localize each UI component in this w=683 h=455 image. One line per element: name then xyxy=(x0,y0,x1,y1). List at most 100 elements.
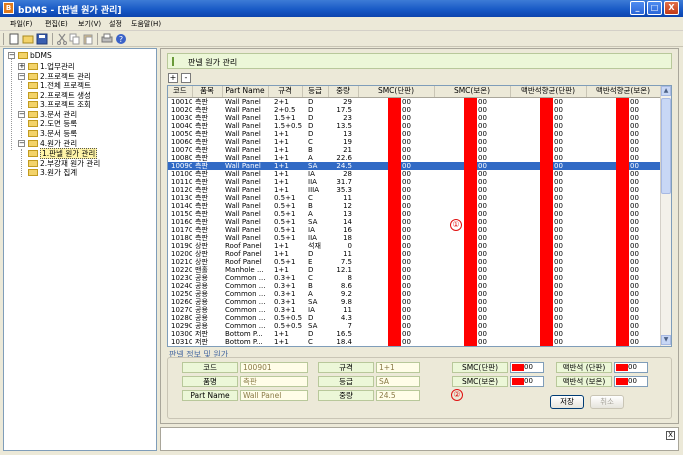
expand-expander[interactable]: + xyxy=(18,63,25,70)
table-row[interactable]: 102501공용 Common ... 0.3+1 A 9.2 00 00 00 00 xyxy=(168,289,660,298)
table-row[interactable]: 101201측판 Wall Panel 1+1 IIIA 35.3 00 00 00 00 xyxy=(168,185,660,194)
tree-item-2-2[interactable]: 2.프로젝트 생성 xyxy=(28,91,91,100)
table-row[interactable]: 102001상판 Roof Panel 1+1 D 11 00 00 00 00 xyxy=(168,249,660,258)
table-row[interactable]: 100201측판 Wall Panel 2+0.5 D 17.5 00 00 00 00 xyxy=(168,105,660,114)
table-row[interactable]: 100401측판 Wall Panel 1.5+0.5 D 13.5 00 00 00 00 xyxy=(168,121,660,130)
collapse-expander[interactable]: − xyxy=(8,52,15,59)
col-header-code[interactable]: 코드 xyxy=(168,86,193,98)
table-row[interactable]: 101301측판 Wall Panel 0.5+1 C 11 00 00 00 00 xyxy=(168,193,660,202)
smc-single-field[interactable]: 00 xyxy=(510,362,544,373)
table-row[interactable]: 100101측판 Wall Panel 2+1 D 29 00 00 00 00 xyxy=(168,97,660,106)
table-row[interactable]: 101801측판 Wall Panel 0.5+1 IIA 18 00 00 00 00 xyxy=(168,233,660,242)
tree-item-1[interactable]: + 1.업무관리 xyxy=(18,62,75,71)
close-button[interactable]: X xyxy=(664,1,679,15)
col-header-grade[interactable]: 등급 xyxy=(302,86,329,98)
col-header-spec[interactable]: 규격 xyxy=(268,86,303,98)
table-cell: 101101 xyxy=(171,177,192,186)
tree-item-2-3[interactable]: 3.프로젝트 조회 xyxy=(28,100,91,109)
table-row[interactable]: 101701측판 Wall Panel 0.5+1 IA 16 00 00 00 00 xyxy=(168,225,660,234)
table-row[interactable]: 102601공용 Common ... 0.3+1 SA 9.8 00 00 00 00 xyxy=(168,297,660,306)
weight-field[interactable]: 24.5 xyxy=(376,390,420,401)
collapse-expander[interactable]: − xyxy=(18,73,25,80)
item-field[interactable]: 측판 xyxy=(240,376,308,387)
table-row[interactable]: 100801측판 Wall Panel 1+1 A 22.6 00 00 00 00 xyxy=(168,153,660,162)
table-row[interactable]: 100301측판 Wall Panel 1.5+1 D 23 00 00 00 00 xyxy=(168,113,660,122)
tree-item-4[interactable]: − 4.원가 관리 xyxy=(18,139,77,148)
table-row[interactable]: 103001저판 Bottom P... 1+1 D 16.5 00 00 00 00 xyxy=(168,329,660,338)
table-row[interactable]: 101601측판 Wall Panel 0.5+1 SA 14 00 00 00 00 xyxy=(168,217,660,226)
tree-item-3[interactable]: − 3.문서 관리 xyxy=(18,110,77,119)
menu-edit[interactable]: 편집(E) xyxy=(45,19,68,29)
col-header-smc-insulated[interactable]: SMC(보온) xyxy=(434,86,511,98)
table-row[interactable]: 100501측판 Wall Panel 1+1 D 13 00 00 00 00 xyxy=(168,129,660,138)
save-button[interactable]: 저장 xyxy=(550,395,584,409)
table-row[interactable]: 102801공용 Common ... 0.5+0.5 D 4.3 00 00 00 00 xyxy=(168,313,660,322)
open-icon[interactable] xyxy=(22,33,34,45)
table-row[interactable]: 102101상판 Roof Panel 0.5+1 E 7.5 00 00 00 00 xyxy=(168,257,660,266)
collapse-expander[interactable]: − xyxy=(18,140,25,147)
table-row[interactable]: 102701공용 Common ... 0.3+1 IA 11 00 00 00 00 xyxy=(168,305,660,314)
menu-file[interactable]: 파일(F) xyxy=(10,19,32,29)
paste-icon[interactable] xyxy=(82,33,94,45)
menu-help[interactable]: 도움말(H) xyxy=(131,19,161,29)
maximize-button[interactable]: □ xyxy=(647,1,662,15)
tree-item-2-1[interactable]: 1.전체 프로젝트 xyxy=(28,81,91,90)
scroll-down-arrow[interactable]: ▼ xyxy=(661,335,671,345)
scroll-thumb[interactable] xyxy=(661,98,671,194)
part-name-field[interactable]: Wall Panel xyxy=(240,390,308,401)
table-row[interactable]: 101001측판 Wall Panel 1+1 IA 28 00 00 00 00 xyxy=(168,169,660,178)
collapse-expander[interactable]: − xyxy=(18,111,25,118)
col-header-mb-insulated[interactable]: 맥반석향균(보온) xyxy=(586,86,661,98)
table-row[interactable]: 102401공용 Common ... 0.3+1 B 8.6 00 00 00 00 xyxy=(168,281,660,290)
color-value: 00 xyxy=(629,193,649,202)
col-header-mb-single[interactable]: 맥반석향균(단판) xyxy=(510,86,587,98)
table-row[interactable]: 101901상판Roof Panel1+1석재000000000 xyxy=(168,241,660,250)
table-row[interactable]: 102901공용 Common ... 0.5+0.5 SA 7 00 00 00 00 xyxy=(168,321,660,330)
color-swatch xyxy=(540,209,553,218)
table-row[interactable]: 100701측판 Wall Panel 1+1 B 21 00 00 00 00 xyxy=(168,145,660,154)
print-icon[interactable] xyxy=(101,33,113,45)
tree-item-4-2[interactable]: 2.부강재 원가 관리 xyxy=(28,159,100,168)
col-header-part-name[interactable]: Part Name xyxy=(222,86,269,98)
tree-item-4-3[interactable]: 3.원가 집계 xyxy=(28,168,77,177)
mb-insulated-field[interactable]: 00 xyxy=(614,376,648,387)
col-header-smc-single[interactable]: SMC(단판) xyxy=(358,86,435,98)
tree-item-2[interactable]: − 2.프로젝트 관리 xyxy=(18,72,91,81)
col-header-weight[interactable]: 중량 xyxy=(328,86,359,98)
menu-view[interactable]: 보기(V) xyxy=(78,19,101,29)
table-row[interactable]: 101401측판 Wall Panel 0.5+1 B 12 00 00 00 00 xyxy=(168,201,660,210)
table-cell: IA xyxy=(308,169,315,178)
table-row[interactable]: 101101측판 Wall Panel 1+1 IIA 31.7 00 00 00 00 xyxy=(168,177,660,186)
cancel-button[interactable]: 취소 xyxy=(590,395,624,409)
grid-scrollbar[interactable]: ▲ ▼ xyxy=(660,86,671,346)
tree-root[interactable]: − bDMS xyxy=(8,51,52,60)
table-row[interactable]: 100601측판 Wall Panel 1+1 C 19 00 00 00 00 xyxy=(168,137,660,146)
tree-item-3-3[interactable]: 3.문서 등록 xyxy=(28,129,77,138)
table-cell: 상판 xyxy=(195,241,208,250)
code-field[interactable]: 100901 xyxy=(240,362,308,373)
tree-item-3-2[interactable]: 2.도면 등록 xyxy=(28,119,77,128)
tree-item-4-1[interactable]: 1.판넬 원가 관리 xyxy=(28,148,98,159)
new-icon[interactable] xyxy=(8,33,20,45)
table-row[interactable]: 101501측판 Wall Panel 0.5+1 A 13 00 00 00 00 xyxy=(168,209,660,218)
copy-icon[interactable] xyxy=(69,33,81,45)
color-swatch xyxy=(464,241,477,250)
save-icon[interactable] xyxy=(36,33,48,45)
scroll-up-arrow[interactable]: ▲ xyxy=(661,86,671,96)
mb-single-field[interactable]: 00 xyxy=(614,362,648,373)
menu-settings[interactable]: 설정 xyxy=(109,19,122,29)
minimize-button[interactable]: _ xyxy=(630,1,645,15)
smc-insulated-field[interactable]: 00 xyxy=(510,376,544,387)
expand-all-button[interactable]: + xyxy=(168,73,178,83)
spec-field[interactable]: 1+1 xyxy=(376,362,420,373)
cut-icon[interactable] xyxy=(56,33,68,45)
collapse-all-button[interactable]: - xyxy=(181,73,191,83)
table-row[interactable]: 100901측판Wall Panel1+1SA24.5 00 00 00 00 xyxy=(168,161,660,170)
col-header-item[interactable]: 품목 xyxy=(192,86,223,98)
grade-field[interactable]: SA xyxy=(376,376,420,387)
close-icon[interactable]: X xyxy=(666,431,675,440)
table-row[interactable]: 103101저판 Bottom P... 1+1 C 18.4 00 00 00 00 xyxy=(168,337,660,346)
help-icon[interactable]: ? xyxy=(115,33,127,45)
table-row[interactable]: 102201맨홀 Manhole ... 1+1 D 12.1 00 00 00 00 xyxy=(168,265,660,274)
table-row[interactable]: 102301공용 Common ... 0.3+1 C 8 00 00 00 00 xyxy=(168,273,660,282)
